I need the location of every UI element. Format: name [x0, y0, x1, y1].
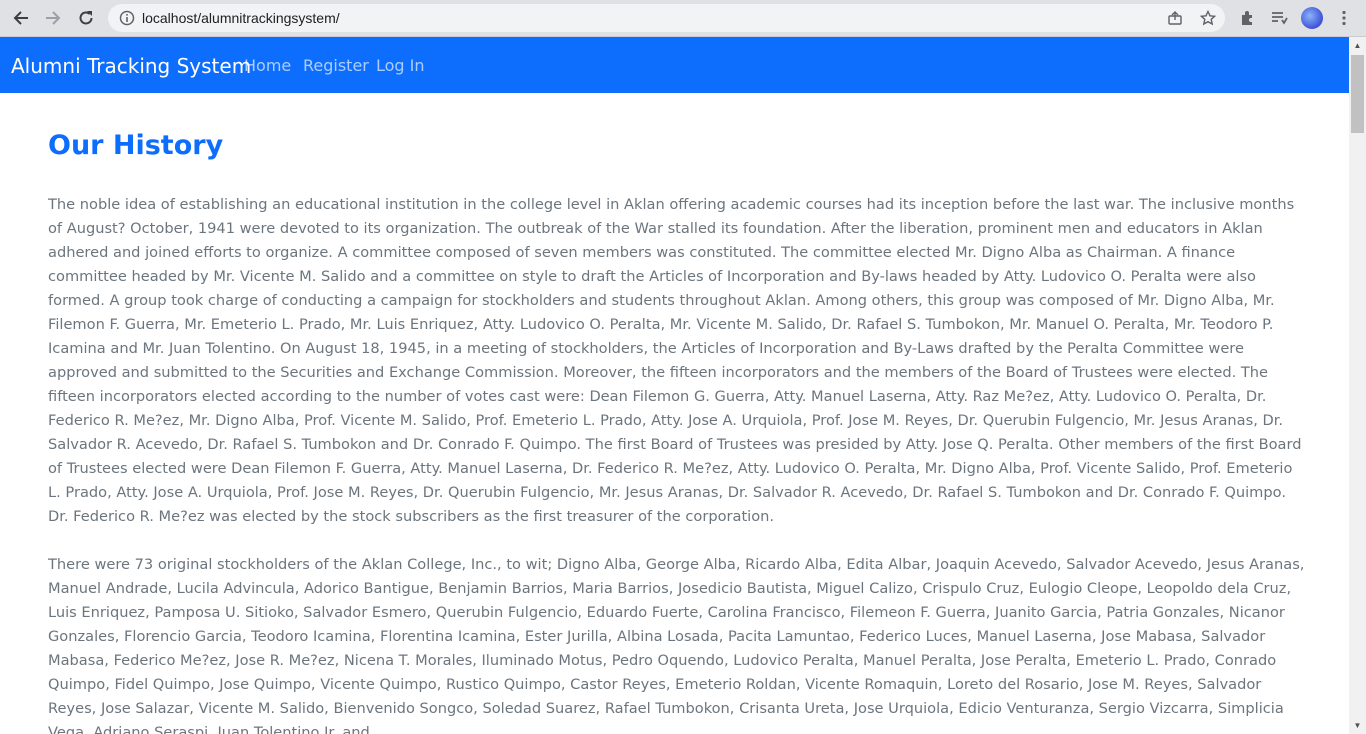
profile-avatar[interactable] [1301, 7, 1323, 29]
history-paragraph-1: The noble idea of establishing an educat… [48, 196, 1302, 525]
reading-list-icon[interactable] [1269, 8, 1289, 28]
url-text[interactable]: localhost/alumnitrackingsystem/ [142, 10, 340, 26]
page-scrollbar[interactable]: ▲ ▼ [1349, 37, 1366, 734]
reload-icon[interactable] [73, 5, 99, 31]
address-bar[interactable]: localhost/alumnitrackingsystem/ [108, 4, 1225, 32]
menu-icon[interactable] [1334, 8, 1354, 28]
scrollbar-thumb[interactable] [1351, 55, 1364, 133]
star-icon[interactable] [1199, 9, 1217, 27]
browser-toolbar: localhost/alumnitrackingsystem/ [0, 0, 1366, 37]
scroll-down-icon[interactable]: ▼ [1349, 717, 1366, 734]
nav-link-login[interactable]: Log In [376, 56, 425, 75]
nav-link-home[interactable]: Home [244, 56, 291, 75]
main-content: Our History The noble idea of establishi… [48, 130, 1308, 734]
page-title: Our History [48, 130, 224, 161]
back-icon[interactable] [8, 5, 34, 31]
extensions-icon[interactable] [1238, 8, 1258, 28]
history-paragraph-2: There were 73 original stockholders of t… [48, 556, 1305, 734]
site-navbar: Alumni Tracking System Home Register Log… [0, 37, 1349, 93]
page-viewport: Alumni Tracking System Home Register Log… [0, 37, 1349, 734]
brand-link[interactable]: Alumni Tracking System [11, 54, 251, 78]
scroll-up-icon[interactable]: ▲ [1349, 37, 1366, 54]
forward-icon[interactable] [40, 5, 66, 31]
share-icon[interactable] [1166, 9, 1184, 27]
info-icon[interactable] [118, 9, 136, 27]
nav-link-register[interactable]: Register [303, 56, 369, 75]
